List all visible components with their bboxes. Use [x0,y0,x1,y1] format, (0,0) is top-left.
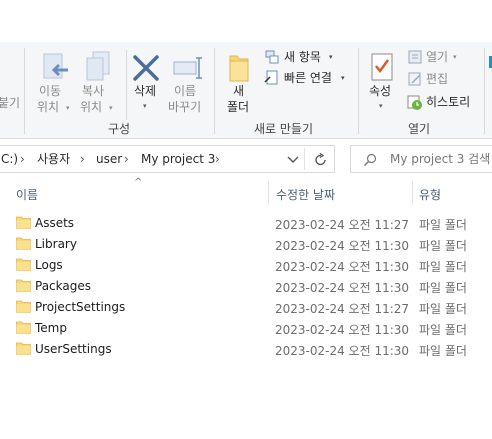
column-header-type[interactable]: 유형 [419,186,441,203]
file-row[interactable]: Logs 2023-02-24 오전 11:30 파일 폴더 [0,255,492,276]
new-folder-icon [229,55,249,82]
folder-icon [16,237,31,250]
move-to-button[interactable]: 이동 위치 ▾ [34,50,80,118]
ribbon-separator [484,48,485,134]
ribbon-partial-label: 붙기 [0,96,21,110]
breadcrumb-separator-icon: › [20,152,25,166]
breadcrumb-separator-icon: › [124,152,129,166]
address-bar[interactable]: C:) › 사용자 › user › My project 3 › [0,145,335,173]
properties-button[interactable]: 속성 ▾ [364,50,400,118]
file-type: 파일 폴더 [419,302,467,316]
file-type: 파일 폴더 [419,323,467,337]
file-date: 2023-02-24 오전 11:30 [275,323,410,337]
folder-icon [16,216,31,229]
edit-button[interactable]: 편집 [406,71,466,89]
easy-access-button[interactable]: 빠른 연결 ▾ [264,70,354,88]
folder-icon [16,258,31,271]
new-folder-button[interactable]: 새 폴더 [222,50,254,118]
ribbon-separator [24,48,25,134]
history-button[interactable]: 히스토리 [406,94,486,112]
group-label-organize: 구성 [108,122,131,136]
file-date: 2023-02-24 오전 11:30 [275,260,410,274]
copy-to-button[interactable]: 복사 위치 ▾ [78,50,124,118]
file-name: Temp [35,321,67,335]
folder-icon [16,342,31,355]
rename-icon [173,57,202,79]
divider [304,148,305,170]
search-input[interactable]: My project 3 검색 [390,152,490,167]
copy-to-icon [86,51,110,81]
breadcrumb-users[interactable]: 사용자 [37,152,70,167]
column-header-name[interactable]: 이름 [16,186,38,203]
file-name: Packages [35,279,91,293]
column-header-date-modified[interactable]: 수정한 날짜 [276,186,335,203]
breadcrumb-separator-icon: › [215,152,220,166]
easy-access-icon [264,70,278,85]
file-type: 파일 폴더 [419,239,467,253]
search-icon [364,153,377,166]
file-row[interactable]: ProjectSettings 2023-02-24 오전 11:27 파일 폴… [0,297,492,318]
file-row[interactable]: Temp 2023-02-24 오전 11:30 파일 폴더 [0,318,492,339]
file-row[interactable]: Assets 2023-02-24 오전 11:27 파일 폴더 [0,213,492,234]
group-label-open: 열기 [408,122,431,136]
chevron-down-icon: ▾ [453,53,457,61]
file-date: 2023-02-24 오전 11:27 [275,302,410,316]
file-name: ProjectSettings [35,300,126,314]
file-row[interactable]: Library 2023-02-24 오전 11:30 파일 폴더 [0,234,492,255]
file-name: UserSettings [35,342,112,356]
file-row[interactable]: Packages 2023-02-24 오전 11:30 파일 폴더 [0,276,492,297]
breadcrumb-separator-icon: › [80,152,85,166]
file-type: 파일 폴더 [419,281,467,295]
folder-icon [16,300,31,313]
window-top-strip [0,0,492,42]
chevron-down-icon: ▾ [379,102,383,110]
column-divider[interactable] [412,181,413,205]
history-icon [407,95,422,110]
move-to-icon [43,53,68,79]
chevron-down-icon: ▾ [341,74,345,82]
file-date: 2023-02-24 오전 11:30 [275,239,410,253]
properties-icon [371,53,393,81]
delete-button[interactable]: 삭제 ▾ [128,50,164,118]
column-divider[interactable] [268,181,269,205]
open-icon [408,50,422,64]
file-name: Library [35,237,77,251]
ribbon-separator [358,48,359,134]
file-type: 파일 폴더 [419,218,467,232]
ribbon-separator [126,50,127,120]
file-name: Assets [35,216,75,230]
chevron-down-icon: ▾ [66,104,70,112]
folder-icon [16,321,31,334]
breadcrumb-user[interactable]: user [96,152,122,167]
folder-icon [16,279,31,292]
chevron-down-icon: ▾ [329,53,333,61]
file-type: 파일 폴더 [419,344,467,358]
sort-ascending-icon: ^ [134,177,143,188]
rename-button[interactable]: 이름 바꾸기 [166,50,210,118]
file-date: 2023-02-24 오전 11:30 [275,281,410,295]
chevron-down-icon: ▾ [109,104,113,112]
file-type: 파일 폴더 [419,260,467,274]
refresh-icon[interactable] [314,153,328,167]
delete-icon [133,55,159,81]
open-button[interactable]: 열기 ▾ [406,49,466,67]
search-box[interactable]: My project 3 검색 [350,145,492,173]
breadcrumb-my-project-3[interactable]: My project 3 [141,152,215,167]
ribbon-separator [214,48,215,134]
chevron-down-icon[interactable] [287,156,299,164]
file-date: 2023-02-24 오전 11:27 [275,218,410,232]
file-row[interactable]: UserSettings 2023-02-24 오전 11:30 파일 폴더 [0,339,492,360]
chevron-down-icon: ▾ [143,102,147,110]
new-item-icon [265,50,279,64]
file-name: Logs [35,258,63,272]
edit-icon [408,72,421,86]
file-date: 2023-02-24 오전 11:30 [275,344,410,358]
breadcrumb-drive[interactable]: C:) [1,152,18,167]
new-item-button[interactable]: 새 항목 ▾ [264,49,344,67]
group-label-new: 새로 만들기 [254,122,314,136]
